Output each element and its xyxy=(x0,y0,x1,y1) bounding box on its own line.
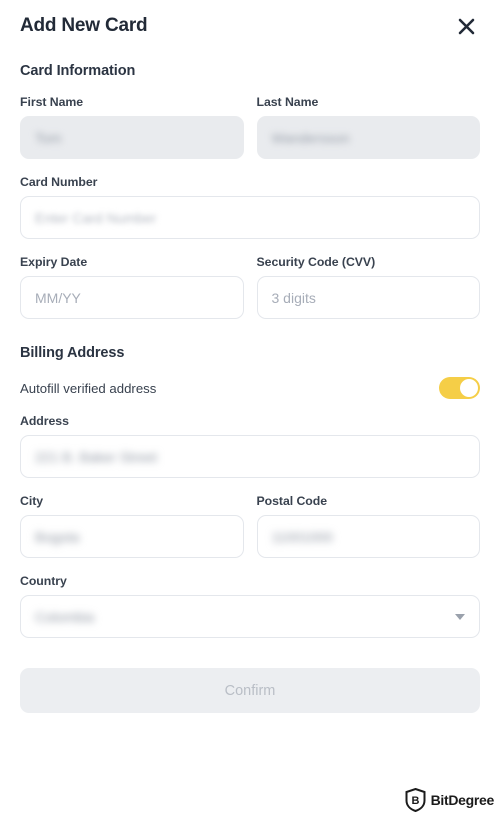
country-select[interactable]: Colombia xyxy=(20,595,480,638)
card-number-label: Card Number xyxy=(20,175,98,189)
last-name-input[interactable]: Wandersson xyxy=(256,116,480,159)
autofill-row: Autofill verified address xyxy=(20,377,480,399)
city-field-group: City Bogota xyxy=(20,494,244,558)
postal-code-field-group: Postal Code 11001000 xyxy=(256,494,480,558)
page-title: Add New Card xyxy=(20,15,148,36)
svg-text:B: B xyxy=(411,795,419,807)
autofill-label: Autofill verified address xyxy=(20,380,157,396)
address-label: Address xyxy=(20,414,69,428)
bitdegree-watermark: B BitDegree xyxy=(405,788,495,812)
first-name-input[interactable]: Tom xyxy=(20,116,244,159)
card-number-placeholder: Enter Card Number xyxy=(35,209,157,226)
chevron-down-icon xyxy=(455,613,465,620)
address-field-group: Address 221 B. Baker Street xyxy=(20,414,480,478)
close-icon[interactable] xyxy=(453,13,479,39)
section-heading-billing-address: Billing Address xyxy=(20,345,125,361)
section-heading-card-information: Card Information xyxy=(20,63,136,79)
country-field-group: Country Colombia xyxy=(20,574,480,638)
last-name-value: Wandersson xyxy=(271,129,350,146)
autofill-toggle[interactable] xyxy=(439,377,480,399)
postal-code-value: 11001000 xyxy=(271,528,333,545)
expiry-date-field-group: Expiry Date MM/YY xyxy=(20,255,244,319)
city-label: City xyxy=(20,494,44,508)
last-name-field-group: Last Name Wandersson xyxy=(256,95,480,159)
city-input[interactable]: Bogota xyxy=(20,515,244,558)
confirm-button[interactable]: Confirm xyxy=(20,668,480,713)
expiry-cvv-row: Expiry Date MM/YY Security Code (CVV) 3 … xyxy=(20,255,480,319)
city-postal-row: City Bogota Postal Code 11001000 xyxy=(20,494,480,558)
address-input[interactable]: 221 B. Baker Street xyxy=(20,435,480,478)
city-value: Bogota xyxy=(35,528,80,545)
bitdegree-shield-icon: B xyxy=(405,788,426,812)
last-name-label: Last Name xyxy=(256,95,319,109)
first-name-field-group: First Name Tom xyxy=(20,95,244,159)
modal-header: Add New Card xyxy=(20,0,480,39)
card-number-input[interactable]: Enter Card Number xyxy=(20,196,480,239)
expiry-date-placeholder: MM/YY xyxy=(35,289,81,306)
name-row: First Name Tom Last Name Wandersson xyxy=(20,95,480,159)
country-label: Country xyxy=(20,574,67,588)
card-number-field-group: Card Number Enter Card Number xyxy=(20,175,480,239)
expiry-date-input[interactable]: MM/YY xyxy=(20,276,244,319)
expiry-date-label: Expiry Date xyxy=(20,255,88,269)
address-value: 221 B. Baker Street xyxy=(35,448,158,465)
security-code-input[interactable]: 3 digits xyxy=(256,276,480,319)
postal-code-input[interactable]: 11001000 xyxy=(256,515,480,558)
toggle-knob xyxy=(460,379,478,397)
bitdegree-wordmark: BitDegree xyxy=(430,792,494,809)
first-name-value: Tom xyxy=(35,129,62,146)
security-code-placeholder: 3 digits xyxy=(271,289,316,306)
security-code-label: Security Code (CVV) xyxy=(256,255,376,269)
country-value: Colombia xyxy=(35,608,95,625)
postal-code-label: Postal Code xyxy=(256,494,328,508)
security-code-field-group: Security Code (CVV) 3 digits xyxy=(256,255,480,319)
first-name-label: First Name xyxy=(20,95,84,109)
add-new-card-modal: Add New Card Card Information First Name… xyxy=(0,0,500,816)
